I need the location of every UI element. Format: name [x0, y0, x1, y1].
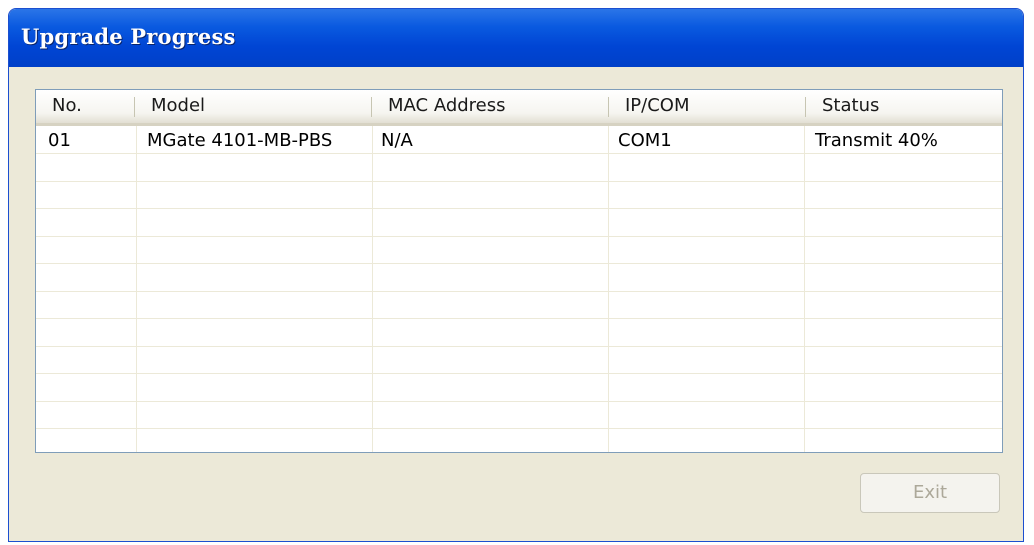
grid-line: [36, 318, 1002, 319]
column-header-model[interactable]: Model: [135, 90, 371, 123]
title-bar[interactable]: Upgrade Progress: [9, 9, 1023, 67]
upgrade-progress-window: Upgrade Progress No. Model MAC Address I…: [8, 8, 1024, 542]
window-client-area: No. Model MAC Address IP/COM Status 01 M…: [13, 67, 1019, 537]
cell-model: MGate 4101-MB-PBS: [147, 130, 333, 151]
column-header-ip-com[interactable]: IP/COM: [609, 90, 805, 123]
cell-status: Transmit 40%: [815, 130, 938, 151]
grid-line: [36, 346, 1002, 347]
grid-line: [36, 373, 1002, 374]
list-header: No. Model MAC Address IP/COM Status: [36, 90, 1002, 126]
window-title: Upgrade Progress: [21, 24, 236, 49]
column-header-no[interactable]: No.: [36, 90, 134, 123]
grid-line: [36, 428, 1002, 429]
progress-list-view: No. Model MAC Address IP/COM Status 01 M…: [35, 89, 1003, 453]
cell-no: 01: [48, 130, 71, 151]
exit-button[interactable]: Exit: [860, 473, 1000, 513]
column-header-status[interactable]: Status: [806, 90, 1002, 123]
grid-line: [36, 181, 1002, 182]
grid-line: [36, 236, 1002, 237]
cell-ip-com: COM1: [618, 130, 672, 151]
grid-line: [36, 263, 1002, 264]
grid-line: [372, 126, 373, 452]
grid-line: [608, 126, 609, 452]
grid-line: [36, 291, 1002, 292]
grid-line: [36, 401, 1002, 402]
grid-line: [804, 126, 805, 452]
grid-line: [36, 208, 1002, 209]
cell-mac-address: N/A: [381, 130, 413, 151]
grid-line: [136, 126, 137, 452]
column-header-mac-address[interactable]: MAC Address: [372, 90, 608, 123]
